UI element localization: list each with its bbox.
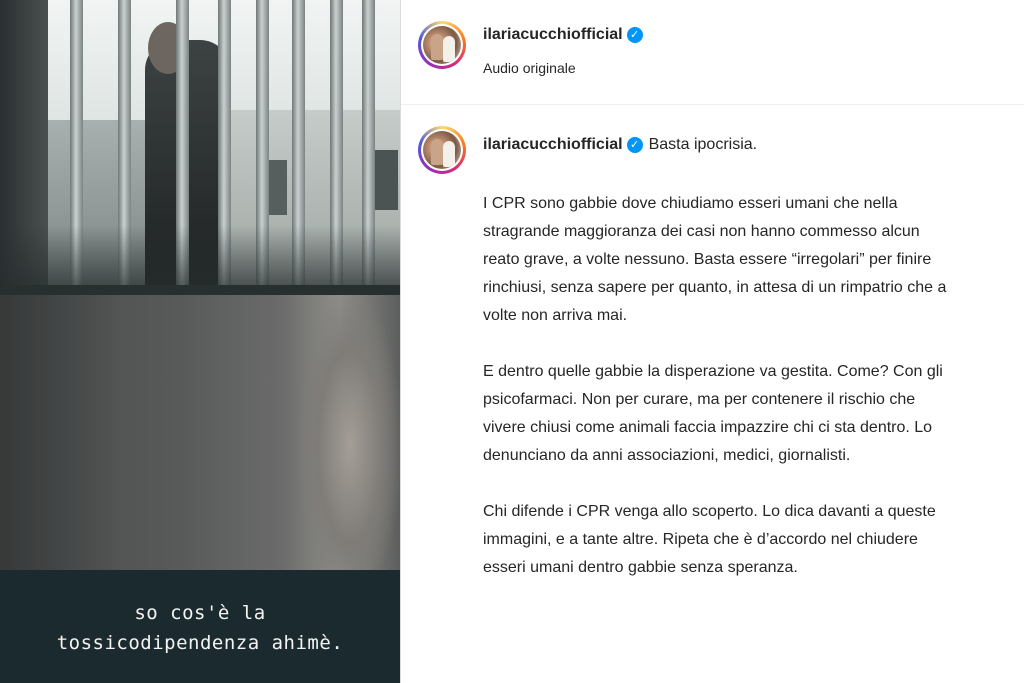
caption-username-link[interactable]: ilariacucchiofficial [483, 136, 623, 153]
caption-body: I CPR sono gabbie dove chiudiamo esseri … [483, 190, 1003, 610]
caption-header: ilariacucchiofficial ✓ Basta ipocrisia. [483, 136, 757, 154]
caption-line: immagini, e a tante altre. Ripeta che è … [483, 531, 918, 548]
verified-badge-icon: ✓ [626, 136, 643, 153]
caption-line: I CPR sono gabbie dove chiudiamo esseri … [483, 195, 898, 212]
caption-line: E dentro quelle gabbie la disperazione v… [483, 363, 943, 380]
caption-line: vivere chiusi come animali faccia impazz… [483, 419, 933, 436]
video-player[interactable]: so cos'è la tossicodipendenza ahimè. [0, 0, 400, 683]
caption-headline: Basta ipocrisia. [648, 136, 758, 153]
caption-line: rinchiusi, senza sapere per quanto, in a… [483, 279, 947, 296]
caption-line: psicofarmaci. Non per curare, ma per con… [483, 391, 916, 408]
header-username-link[interactable]: ilariacucchiofficial [483, 26, 623, 43]
video-frame-blurred [0, 295, 400, 570]
caption-paragraph-3: Chi difende i CPR venga allo scoperto. L… [483, 498, 1003, 582]
verified-badge-icon: ✓ [626, 26, 643, 43]
post-header-user: ilariacucchiofficial ✓ [483, 26, 643, 44]
header-divider [401, 104, 1024, 105]
caption-paragraph-2: E dentro quelle gabbie la disperazione v… [483, 358, 1003, 470]
subtitle-line-1: so cos'è la [134, 602, 266, 624]
caption-line: Chi difende i CPR venga allo scoperto. L… [483, 503, 936, 520]
caption-line: reato grave, a volte nessuno. Basta esse… [483, 251, 932, 268]
audio-link[interactable]: Audio originale [483, 60, 576, 76]
caption-paragraph-1: I CPR sono gabbie dove chiudiamo esseri … [483, 190, 1003, 330]
caption-line: volte non arriva mai. [483, 307, 628, 324]
video-subtitles: so cos'è la tossicodipendenza ahimè. [0, 570, 400, 683]
caption-line: esseri umani dentro gabbie senza speranz… [483, 559, 798, 576]
subtitle-line-2: tossicodipendenza ahimè. [56, 632, 344, 654]
video-frame-cell-bars [0, 0, 400, 285]
caption-line: stragrande maggioranza dei casi non hann… [483, 223, 920, 240]
caption-avatar[interactable] [418, 126, 466, 174]
profile-avatar[interactable] [418, 21, 466, 69]
caption-line: denunciano da anni associazioni, medici,… [483, 447, 851, 464]
